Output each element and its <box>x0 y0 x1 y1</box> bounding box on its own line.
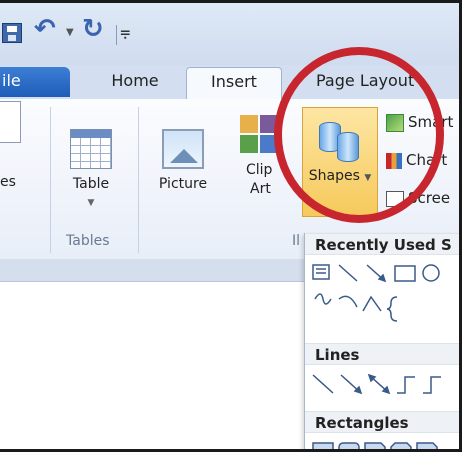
screenshot-icon <box>386 190 404 207</box>
ribbon-tabs: ile Home Insert Page Layout <box>0 65 459 101</box>
tab-home[interactable]: Home <box>100 67 170 97</box>
group-label-tables: Tables <box>66 233 110 249</box>
group-separator <box>50 107 51 253</box>
section-rectangles: Rectangles <box>305 411 459 433</box>
save-icon[interactable] <box>2 23 22 43</box>
chart-button[interactable]: Chart <box>386 151 447 169</box>
table-icon <box>70 129 112 169</box>
table-dropdown-icon: ▼ <box>87 198 95 208</box>
picture-icon <box>162 129 204 169</box>
brace-shape-icon <box>386 296 398 322</box>
rectangles-shapes-row <box>312 442 438 449</box>
group-separator <box>138 107 139 253</box>
curve-shape-icon <box>362 295 382 312</box>
rectangle-shape-icon <box>394 265 416 282</box>
toolbar-separator <box>116 25 117 45</box>
undo-dropdown-icon[interactable]: ▼ <box>66 27 74 38</box>
rounded-rectangle-shape-icon <box>338 442 360 449</box>
smartart-button[interactable]: Smart <box>386 113 453 132</box>
table-button[interactable]: Table ▼ <box>64 129 118 213</box>
line-shape-icon <box>338 264 358 282</box>
snip-rectangle-shape-icon <box>364 442 386 449</box>
shapes-button[interactable]: Shapes ▼ <box>302 107 378 217</box>
undo-icon[interactable]: ↶ <box>34 16 56 42</box>
oval-shape-icon <box>422 264 440 282</box>
text-box-shape-icon <box>312 264 330 280</box>
group-label-illustrations: Il <box>292 233 301 249</box>
lines-shapes-row <box>312 373 441 395</box>
pages-button-cut[interactable]: es <box>0 101 44 192</box>
snip-diagonal-rectangle-icon <box>416 442 438 449</box>
clip-art-icon <box>240 115 280 155</box>
elbow-connector-icon <box>397 376 415 394</box>
tab-page-layout[interactable]: Page Layout <box>316 67 456 97</box>
screenshot-button[interactable]: Scree <box>386 189 450 207</box>
shapes-dropdown-icon: ▼ <box>364 173 372 183</box>
line-shape-icon <box>312 374 334 394</box>
snip-same-side-rectangle-icon <box>390 442 412 449</box>
section-recently-used-shapes: Recently Used S <box>305 233 459 255</box>
rectangle-shape-icon <box>312 442 334 449</box>
elbow-arrow-connector-icon <box>423 376 441 394</box>
shapes-gallery: Recently Used S Lines Rectangles <box>304 233 459 449</box>
tab-insert[interactable]: Insert <box>186 67 282 101</box>
redo-icon[interactable]: ↻ <box>82 16 104 42</box>
page-icon <box>0 101 21 143</box>
freeform-shape-icon <box>314 293 332 305</box>
chart-icon <box>386 152 402 169</box>
picture-button[interactable]: Picture <box>150 129 216 194</box>
customize-toolbar-icon[interactable]: ⩦ <box>120 21 131 42</box>
shapes-icon <box>303 108 377 168</box>
quick-access-toolbar: ↶ ▼ ↻ ⩦ <box>0 3 459 65</box>
section-lines: Lines <box>305 343 459 365</box>
tab-file[interactable]: ile <box>0 67 70 97</box>
arc-shape-icon <box>338 295 358 308</box>
recent-shapes-row <box>312 264 440 322</box>
word-window: ↶ ▼ ↻ ⩦ ile Home Insert Page Layout es T… <box>0 0 462 452</box>
smartart-icon <box>386 113 404 132</box>
clip-art-button[interactable]: Clip Art <box>232 115 292 199</box>
